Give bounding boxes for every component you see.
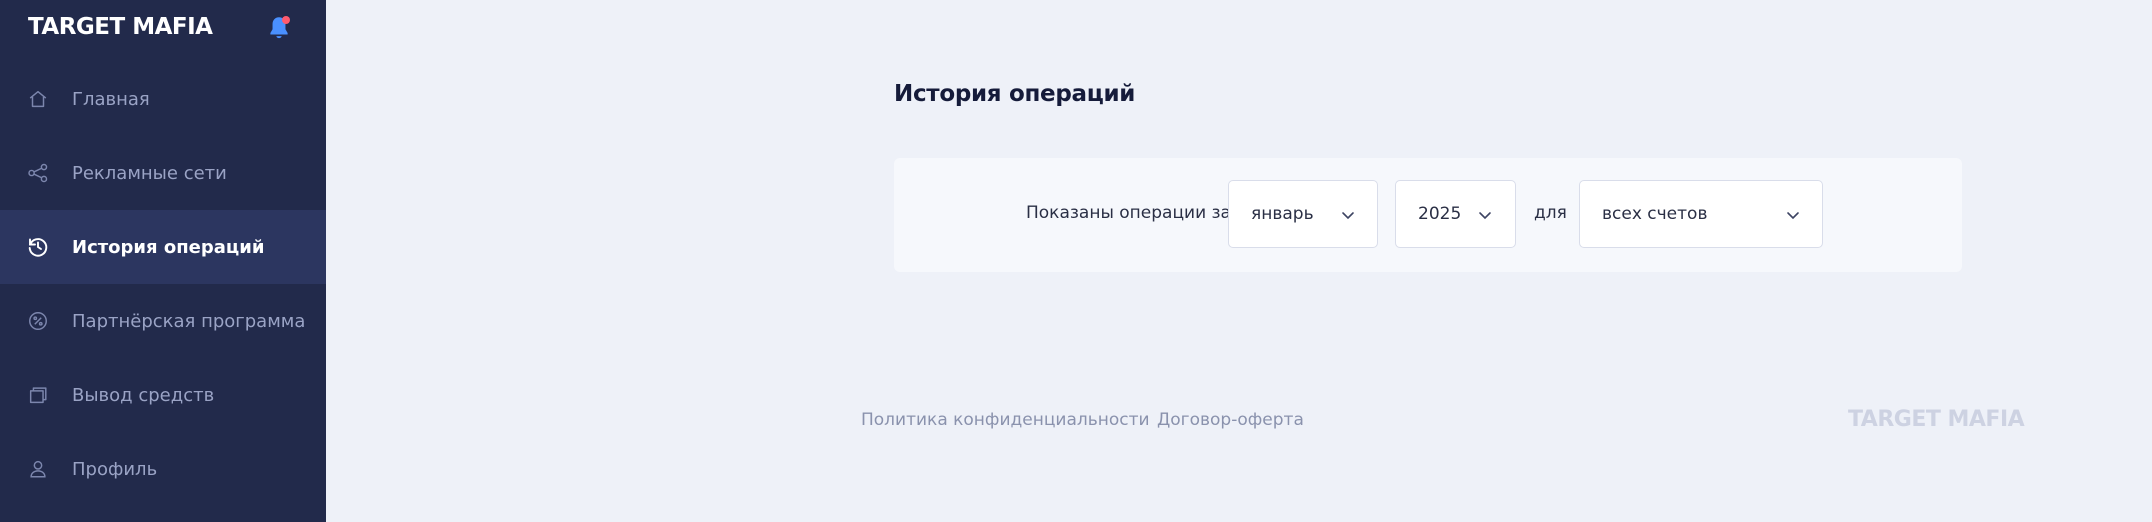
year-select-value: 2025 <box>1418 204 1462 224</box>
sidebar-item-label: Профиль <box>72 458 158 480</box>
home-icon <box>26 87 50 111</box>
filter-connector-label: для <box>1534 203 1567 223</box>
history-icon <box>26 235 50 259</box>
chevron-down-icon <box>1342 212 1354 220</box>
page-title: История операций <box>894 81 1136 107</box>
year-select[interactable]: 2025 <box>1395 180 1516 248</box>
sidebar-nav: Главная Рекламные сети История операций … <box>0 62 326 506</box>
notification-badge <box>282 16 290 24</box>
privacy-policy-link[interactable]: Политика конфиденциальности <box>861 410 1150 430</box>
chevron-down-icon <box>1479 212 1491 220</box>
sidebar-item-history[interactable]: История операций <box>0 210 326 284</box>
chevron-down-icon <box>1787 212 1799 220</box>
filter-prefix-label: Показаны операции за <box>1026 203 1231 223</box>
sidebar: TARGET MAFIA Главная Рекламные сети Исто… <box>0 0 326 522</box>
month-select-value: январь <box>1251 204 1314 224</box>
month-select[interactable]: январь <box>1228 180 1378 248</box>
sidebar-item-label: Рекламные сети <box>72 162 227 184</box>
sidebar-item-label: История операций <box>72 236 265 258</box>
sidebar-item-profile[interactable]: Профиль <box>0 432 326 506</box>
brand-logo[interactable]: TARGET MAFIA <box>28 14 213 40</box>
account-select-value: всех счетов <box>1602 204 1708 224</box>
account-select[interactable]: всех счетов <box>1579 180 1823 248</box>
sidebar-item-partner-program[interactable]: Партнёрская программа <box>0 284 326 358</box>
sidebar-item-home[interactable]: Главная <box>0 62 326 136</box>
offer-agreement-link[interactable]: Договор-оферта <box>1157 410 1304 430</box>
share-icon <box>26 161 50 185</box>
filter-panel: Показаны операции за январь 2025 для все… <box>894 158 1962 272</box>
sidebar-item-ad-networks[interactable]: Рекламные сети <box>0 136 326 210</box>
percent-icon <box>26 309 50 333</box>
sidebar-item-label: Вывод средств <box>72 384 215 406</box>
user-icon <box>26 457 50 481</box>
sidebar-item-label: Партнёрская программа <box>72 310 306 332</box>
wallet-icon <box>26 383 50 407</box>
footer-brand-logo: TARGET MAFIA <box>1848 407 2025 432</box>
sidebar-item-withdraw[interactable]: Вывод средств <box>0 358 326 432</box>
sidebar-item-label: Главная <box>72 88 150 110</box>
